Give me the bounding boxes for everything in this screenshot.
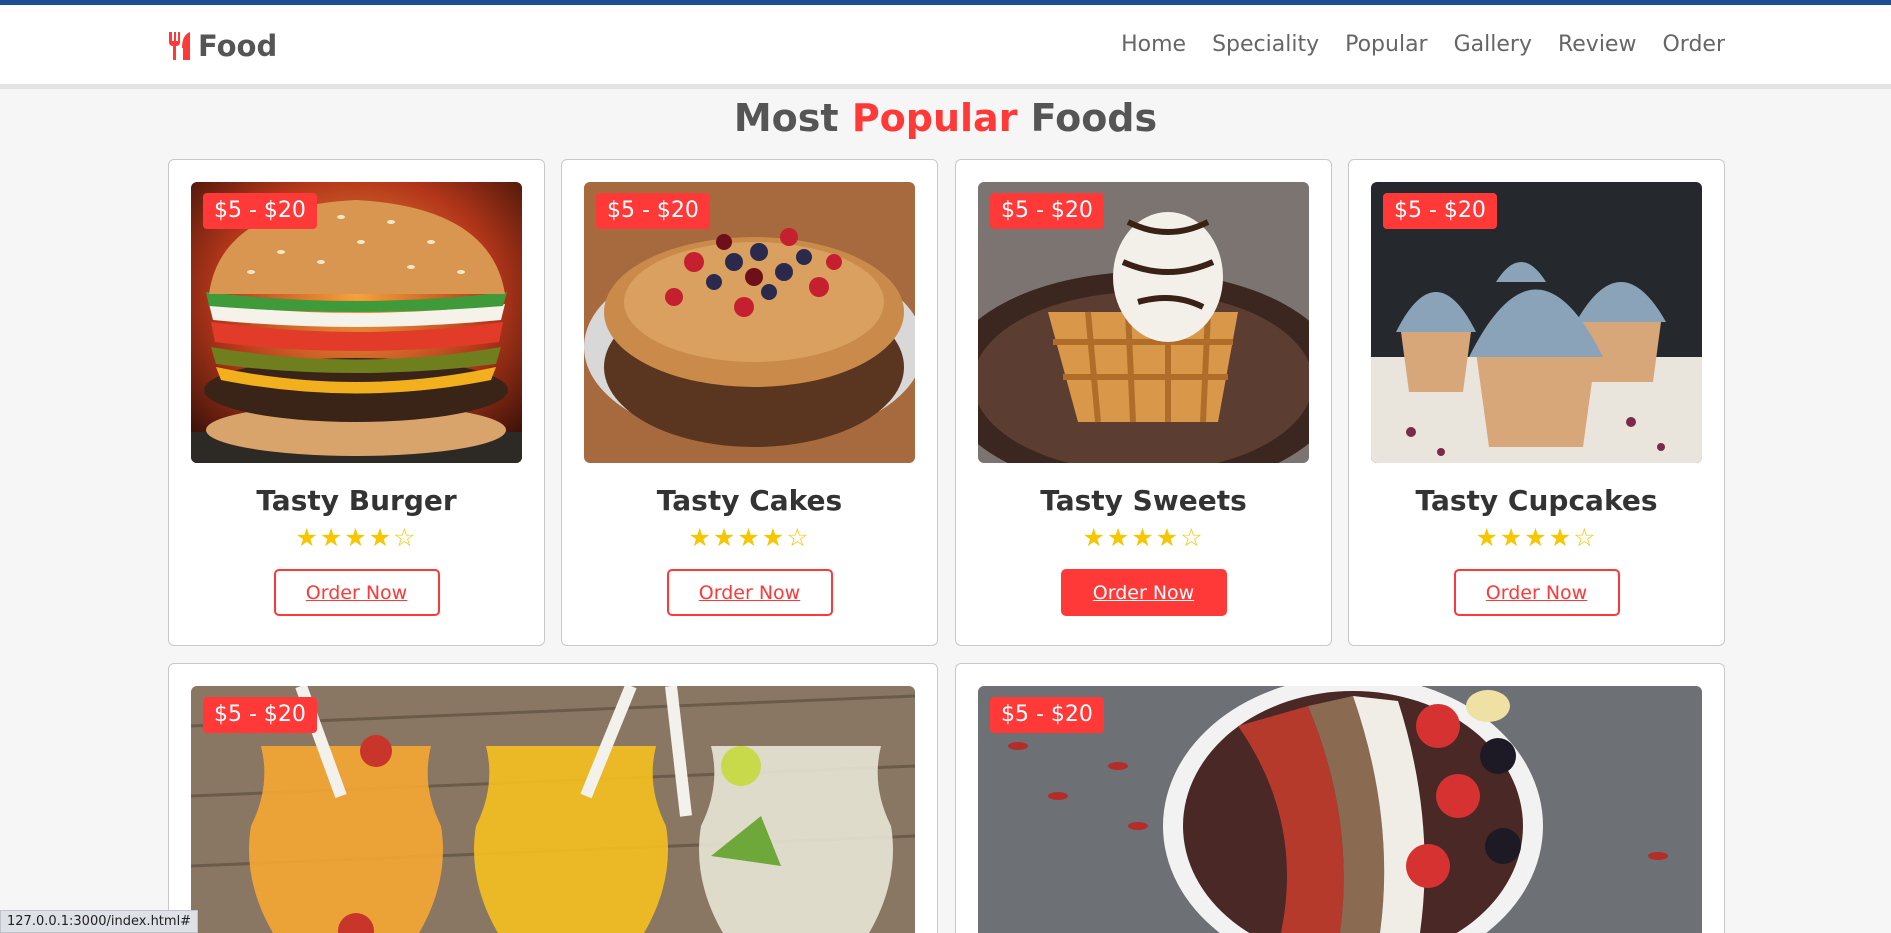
price-badge: $5 - $20	[596, 193, 710, 229]
waffle-image: $5 - $20	[978, 182, 1309, 463]
nav-order[interactable]: Order	[1662, 32, 1725, 57]
logo-text: Food	[198, 29, 278, 63]
order-now-button[interactable]: Order Now	[1453, 569, 1620, 616]
section-heading: Most Popular Foods	[0, 96, 1891, 140]
star-outline-icon: ☆	[1180, 523, 1205, 552]
burger-image: $5 - $20	[191, 182, 522, 463]
order-now-button[interactable]: Order Now	[273, 569, 440, 616]
heading-part1: Most	[733, 96, 839, 140]
food-card-sweets: $5 - $20 Tasty Sweets ★★★★☆ Order Now	[955, 159, 1332, 646]
star-icon: ★	[712, 523, 738, 552]
drinks-image: $5 - $20	[191, 686, 915, 933]
food-card-fruit-bowl: $5 - $20	[955, 663, 1725, 933]
star-icon: ★	[1548, 523, 1574, 552]
nav-home[interactable]: Home	[1121, 32, 1186, 57]
star-icon: ★	[368, 523, 394, 552]
price-badge: $5 - $20	[203, 697, 317, 733]
star-outline-icon: ☆	[393, 523, 418, 552]
star-icon: ★	[1155, 523, 1181, 552]
nav-gallery[interactable]: Gallery	[1454, 32, 1532, 57]
utensils-icon	[169, 32, 190, 60]
rating-stars: ★★★★☆	[562, 523, 937, 552]
heading-part2: Foods	[1030, 96, 1158, 140]
star-icon: ★	[1524, 523, 1549, 552]
rating-stars: ★★★★☆	[169, 523, 544, 552]
price-badge: $5 - $20	[990, 193, 1104, 229]
star-icon: ★	[1106, 523, 1132, 552]
food-card-drinks: $5 - $20	[168, 663, 938, 933]
star-icon: ★	[1499, 523, 1525, 552]
logo[interactable]: Food	[166, 29, 277, 63]
card-title: Tasty Sweets	[1040, 484, 1247, 517]
food-card-cakes: $5 - $20 Tasty Cakes ★★★★☆ Order Now	[561, 159, 938, 646]
rating-stars: ★★★★☆	[956, 523, 1331, 552]
status-bar-url: 127.0.0.1:3000/index.html#	[0, 910, 199, 933]
main-nav: Home Speciality Popular Gallery Review O…	[1121, 32, 1725, 57]
star-icon: ★	[319, 523, 345, 552]
nav-review[interactable]: Review	[1558, 32, 1637, 57]
star-icon: ★	[1475, 523, 1500, 552]
header: Food Home Speciality Popular Gallery Rev…	[0, 5, 1891, 89]
cupcakes-image: $5 - $20	[1371, 182, 1702, 463]
food-card-cupcakes: $5 - $20 Tasty Cupcakes ★★★★☆ Order Now	[1348, 159, 1725, 646]
star-icon: ★	[344, 523, 369, 552]
star-icon: ★	[295, 523, 320, 552]
star-icon: ★	[737, 523, 762, 552]
card-title: Tasty Cakes	[656, 484, 843, 517]
fruit-bowl-image: $5 - $20	[978, 686, 1702, 933]
order-now-button[interactable]: Order Now	[1060, 569, 1227, 616]
star-icon: ★	[688, 523, 713, 552]
star-icon: ★	[1131, 523, 1156, 552]
nav-speciality[interactable]: Speciality	[1212, 32, 1319, 57]
price-badge: $5 - $20	[1383, 193, 1497, 229]
price-badge: $5 - $20	[203, 193, 317, 229]
card-title: Tasty Cupcakes	[1415, 484, 1658, 517]
order-now-button[interactable]: Order Now	[666, 569, 833, 616]
heading-accent: Popular	[851, 96, 1018, 140]
star-icon: ★	[761, 523, 787, 552]
card-title: Tasty Burger	[256, 484, 457, 517]
cake-image: $5 - $20	[584, 182, 915, 463]
food-card-burger: $5 - $20 Tasty Burger ★★★★☆ Order Now	[168, 159, 545, 646]
star-outline-icon: ☆	[786, 523, 811, 552]
star-outline-icon: ☆	[1573, 523, 1598, 552]
star-icon: ★	[1082, 523, 1107, 552]
nav-popular[interactable]: Popular	[1345, 32, 1428, 57]
price-badge: $5 - $20	[990, 697, 1104, 733]
rating-stars: ★★★★☆	[1349, 523, 1724, 552]
